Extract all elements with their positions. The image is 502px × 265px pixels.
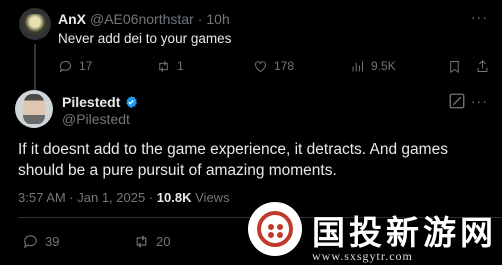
avatar[interactable] bbox=[15, 90, 53, 128]
like-count: 178 bbox=[274, 59, 295, 73]
view-count: 9.5K bbox=[371, 59, 396, 73]
watermark-url: www.sxsgytr.com bbox=[312, 249, 413, 263]
watermark-logo-dot bbox=[277, 232, 283, 238]
avatar-image bbox=[23, 94, 45, 124]
tweet-time[interactable]: 10h bbox=[206, 11, 229, 27]
retweet-button[interactable]: 20 bbox=[133, 233, 170, 250]
reply-tweet-header: AnX @AE06northstar · 10h bbox=[58, 11, 230, 27]
reply-count: 17 bbox=[79, 59, 93, 73]
reply-icon bbox=[59, 60, 71, 73]
verified-badge-icon bbox=[126, 95, 138, 109]
views-count: 10.8K bbox=[156, 190, 192, 205]
main-tweet-text: If it doesnt add to the game experience,… bbox=[18, 141, 448, 179]
reply-tweet-actions: 17 1 178 9.5K bbox=[0, 57, 502, 75]
author-handle[interactable]: @AE06northstar bbox=[90, 11, 194, 27]
share-button[interactable] bbox=[475, 59, 490, 74]
watermark-logo-ring bbox=[257, 211, 293, 247]
watermark-logo-dot bbox=[277, 224, 283, 230]
tweet-metadata: 3:57 AM · Jan 1, 2025 · 10.8K Views bbox=[18, 190, 230, 205]
share-icon bbox=[477, 59, 488, 72]
separator-dot: · bbox=[148, 190, 154, 205]
watermark-logo-dot bbox=[268, 232, 274, 238]
reply-icon bbox=[23, 234, 37, 249]
retweet-icon bbox=[136, 234, 147, 248]
reply-count: 39 bbox=[45, 233, 60, 249]
views-button[interactable]: 9.5K bbox=[350, 59, 396, 74]
bookmark-icon bbox=[450, 60, 459, 73]
watermark-logo-dot bbox=[268, 224, 274, 230]
reply-button[interactable]: 39 bbox=[22, 233, 59, 250]
watermark-logo bbox=[248, 202, 302, 256]
avatar[interactable] bbox=[19, 8, 51, 40]
author-handle[interactable]: @Pilestedt bbox=[62, 111, 130, 127]
like-button[interactable]: 178 bbox=[253, 59, 294, 74]
separator-dot: · bbox=[197, 11, 203, 27]
reply-button[interactable]: 17 bbox=[58, 59, 92, 74]
retweet-icon bbox=[159, 60, 168, 72]
avatar-image bbox=[23, 14, 47, 34]
watermark: 国投新游网 www.sxsgytr.com bbox=[248, 202, 502, 265]
retweet-count: 20 bbox=[156, 233, 171, 249]
watermark-title: 国投新游网 bbox=[312, 213, 497, 252]
tweet-timestamp[interactable]: 3:57 AM · Jan 1, 2025 bbox=[18, 190, 145, 205]
main-tweet-header: Pilestedt bbox=[62, 94, 138, 110]
heart-icon bbox=[255, 60, 266, 72]
author-name[interactable]: Pilestedt bbox=[62, 94, 120, 110]
retweet-count: 1 bbox=[177, 59, 184, 73]
reply-tweet-text: Never add dei to your games bbox=[58, 31, 232, 46]
author-name[interactable]: AnX bbox=[58, 11, 86, 27]
bar-chart-icon bbox=[352, 61, 363, 71]
more-options-icon[interactable]: ··· bbox=[471, 9, 488, 25]
bookmark-button[interactable] bbox=[447, 59, 462, 74]
more-options-icon[interactable]: ··· bbox=[471, 93, 488, 109]
retweet-button[interactable]: 1 bbox=[156, 59, 184, 74]
grok-icon[interactable] bbox=[448, 92, 466, 110]
views-label: Views bbox=[195, 190, 230, 205]
